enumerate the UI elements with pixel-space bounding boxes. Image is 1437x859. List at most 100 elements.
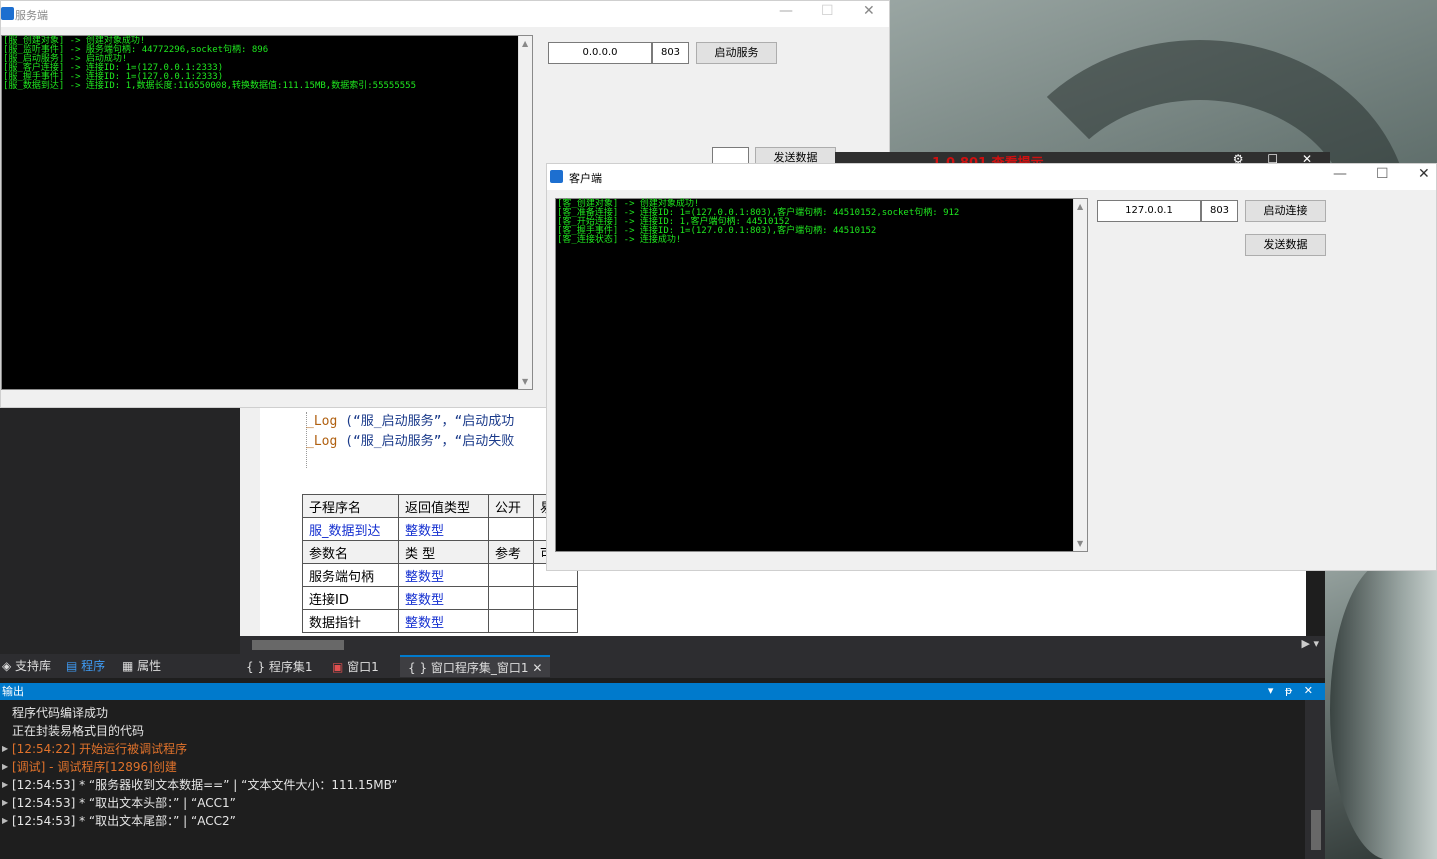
server-log-console[interactable]: [服_创建对象] -> 创建对象成功! [服_监听事件] -> 服务端句柄: 44…	[1, 35, 533, 390]
scroll-down-icon[interactable]: ▼	[522, 377, 528, 386]
table-row[interactable]: 数据指针 整数型	[302, 609, 578, 633]
table-cell[interactable]	[533, 586, 578, 610]
output-title: 输出	[2, 685, 24, 698]
close-icon[interactable]: ✕	[532, 661, 542, 675]
log-line: [服_数据到达] -> 连接ID: 1,数据长度:116550008,转换数据值…	[3, 81, 416, 91]
wallpaper-shape	[1330, 560, 1437, 859]
tab-label: { } 窗口程序集_窗口1	[408, 661, 529, 675]
table-cell[interactable]: 服务端句柄	[302, 563, 399, 587]
table-cell[interactable]: 整数型	[398, 586, 489, 610]
server-port-field[interactable]: 803	[652, 42, 689, 64]
horizontal-scrollbar[interactable]: ▶ ▾	[240, 636, 1325, 654]
maximize-icon[interactable]: ☐	[821, 3, 834, 19]
log-scrollbar[interactable]: ▲ ▼	[1073, 199, 1087, 551]
scroll-arrow-icon[interactable]: ▶ ▾	[1302, 637, 1319, 650]
scrollbar-thumb[interactable]	[252, 640, 344, 650]
table-row[interactable]: 服务端句柄 整数型	[302, 563, 578, 587]
code-paren: (	[337, 414, 353, 429]
log-scrollbar[interactable]: ▲ ▼	[518, 36, 532, 389]
code-fn: _Log	[306, 414, 338, 429]
table-cell[interactable]: 整数型	[398, 609, 489, 633]
server-ip-field[interactable]: 0.0.0.0	[548, 42, 652, 64]
table-header-row: 参数名 类 型 参考 可空	[302, 540, 578, 564]
table-header: 返回值类型	[398, 494, 489, 518]
tab-label: { } 程序集1	[246, 660, 313, 674]
table-cell[interactable]	[488, 586, 534, 610]
table-cell[interactable]: 服_数据到达	[302, 517, 399, 541]
output-line: [调试] - 调试程序[12896]创建	[0, 758, 1305, 776]
minimize-icon[interactable]: —	[1333, 166, 1347, 182]
output-line: [12:54:53] * “服务器收到文本数据==” | “文本文件大小：111…	[0, 776, 1305, 794]
table-header: 类 型	[398, 540, 489, 564]
table-header: 公开	[488, 494, 534, 518]
client-port-field[interactable]: 803	[1201, 200, 1238, 222]
close-icon[interactable]: ✕	[1418, 166, 1430, 182]
table-cell[interactable]: 整数型	[398, 563, 489, 587]
table-row[interactable]: 服_数据到达 整数型	[302, 517, 578, 541]
table-cell[interactable]: 连接ID	[302, 586, 399, 610]
tab-property[interactable]: ▦ 属性	[122, 657, 161, 674]
code-line[interactable]: _Log (“服_启动服务”，“启动成功	[306, 410, 514, 429]
app-icon	[550, 170, 563, 183]
code-fn: _Log	[306, 434, 338, 449]
property-icon: ▦	[122, 659, 138, 673]
client-ip-field[interactable]: 127.0.0.1	[1097, 200, 1201, 222]
maximize-icon[interactable]: ☐	[1376, 166, 1389, 182]
client-send-button[interactable]: 发送数据	[1245, 234, 1326, 256]
client-titlebar[interactable]: 客户端 — ☐ ✕	[547, 164, 1436, 190]
table-header: 子程序名	[302, 494, 399, 518]
tab-assembly1[interactable]: { } 程序集1	[238, 655, 321, 677]
table-cell[interactable]	[533, 609, 578, 633]
tab-label: 支持库	[15, 659, 52, 673]
start-connect-button[interactable]: 启动连接	[1245, 200, 1326, 222]
code-sep: ，	[441, 434, 455, 449]
table-cell[interactable]	[488, 563, 534, 587]
tab-window-assembly[interactable]: { } 窗口程序集_窗口1 ✕	[400, 655, 551, 677]
support-lib-icon: ◈	[2, 659, 16, 673]
code-line[interactable]: _Log (“服_启动服务”，“启动失败	[306, 430, 514, 449]
table-cell[interactable]: 整数型	[398, 517, 489, 541]
code-paren: (	[337, 434, 353, 449]
app-icon	[1, 7, 14, 20]
scrollbar-thumb[interactable]	[1311, 810, 1321, 850]
table-header: 参数名	[302, 540, 399, 564]
output-panel-header: 输出 ▾ ᵽ ✕	[0, 683, 1325, 700]
client-log-console[interactable]: [客_创建对象] -> 创建对象成功! [客_准备连接] -> 连接ID: 1=(…	[555, 198, 1088, 552]
tab-window1[interactable]: ▣ 窗口1	[324, 655, 387, 677]
client-log: [客_创建对象] -> 创建对象成功! [客_准备连接] -> 连接ID: 1=(…	[557, 200, 959, 245]
output-line: [12:54:22] 开始运行被调试程序	[0, 740, 1305, 758]
code-arg: “启动成功	[454, 414, 515, 429]
start-service-button[interactable]: 启动服务	[696, 42, 777, 64]
tab-program[interactable]: ▤ 程序	[66, 657, 105, 674]
window-title: 客户端	[569, 172, 602, 185]
minimize-icon[interactable]: —	[779, 3, 793, 19]
window-title: 服务端	[15, 9, 48, 22]
code-arg: “启动失败	[454, 434, 515, 449]
output-line: 正在封装易格式目的代码	[12, 724, 145, 738]
subroutine-table: 子程序名 返回值类型 公开 易包 服_数据到达 整数型 参数名 类 型 参考 可…	[302, 494, 578, 633]
table-cell[interactable]	[488, 517, 534, 541]
scroll-up-icon[interactable]: ▲	[1077, 202, 1083, 211]
table-cell[interactable]: 数据指针	[302, 609, 399, 633]
table-row[interactable]: 连接ID 整数型	[302, 586, 578, 610]
table-header-row: 子程序名 返回值类型 公开 易包	[302, 494, 578, 518]
scroll-up-icon[interactable]: ▲	[522, 39, 528, 48]
code-arg: “服_启动服务”	[352, 434, 442, 449]
client-window: 客户端 — ☐ ✕ [客_创建对象] -> 创建对象成功! [客_准备连接] ->…	[546, 163, 1437, 571]
output-line: 程序代码编译成功	[12, 706, 109, 720]
close-icon[interactable]: ✕	[863, 3, 875, 19]
tab-label: 窗口1	[347, 660, 379, 674]
server-log: [服_创建对象] -> 创建对象成功! [服_监听事件] -> 服务端句柄: 44…	[3, 37, 416, 91]
table-header: 参考	[488, 540, 534, 564]
window-icon: ▣	[332, 660, 348, 674]
scroll-down-icon[interactable]: ▼	[1077, 539, 1083, 548]
tab-support-lib[interactable]: ◈ 支持库	[2, 657, 51, 674]
code-arg: “服_启动服务”	[352, 414, 442, 429]
table-cell[interactable]	[488, 609, 534, 633]
program-icon: ▤	[66, 659, 82, 673]
code-sep: ，	[441, 414, 455, 429]
output-scrollbar[interactable]	[1305, 700, 1325, 859]
tab-label: 属性	[137, 659, 162, 673]
panel-controls-icon[interactable]: ▾ ᵽ ✕	[1268, 684, 1317, 697]
server-titlebar[interactable]: 服务端 — ☐ ✕	[1, 1, 889, 27]
